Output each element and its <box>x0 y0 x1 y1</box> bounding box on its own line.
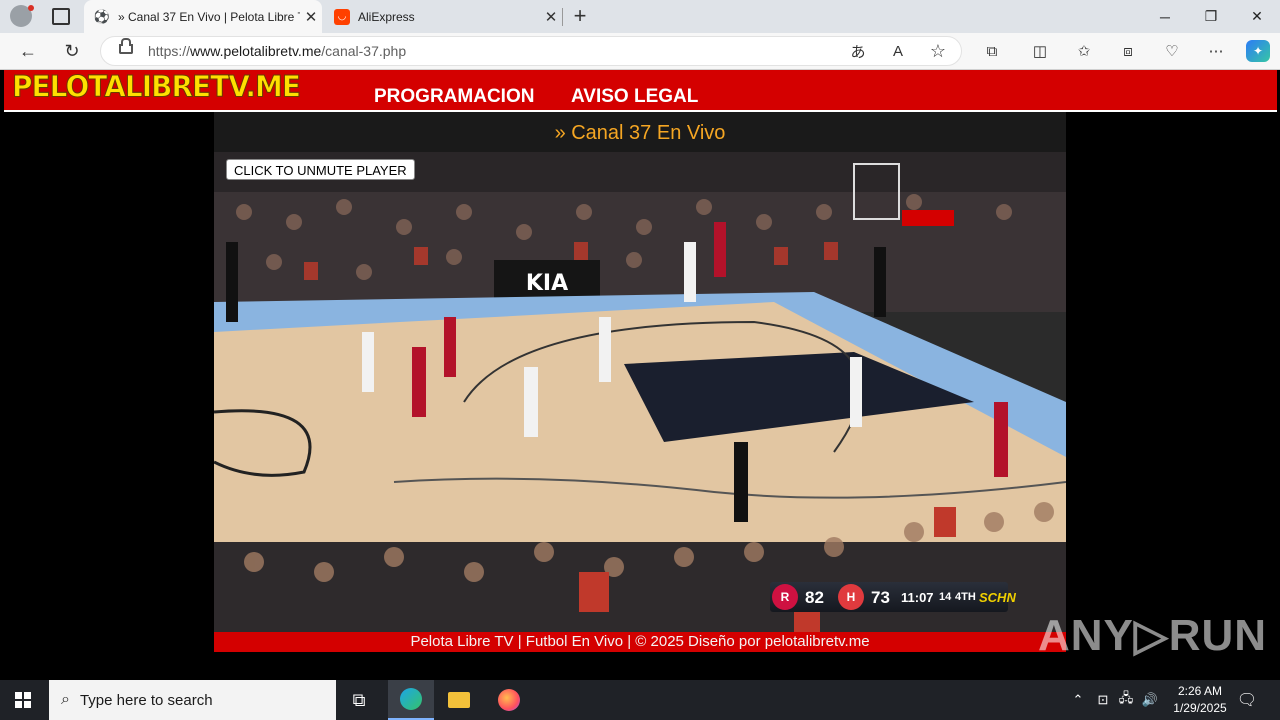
read-aloud-icon[interactable]: A <box>886 40 910 62</box>
game-clock: 11:07 <box>901 590 934 605</box>
system-clock[interactable]: 2:26 AM 1/29/2025 <box>1160 683 1240 717</box>
aliexpress-icon: ◡ <box>334 8 350 25</box>
taskbar-search-box[interactable]: ⌕ Type here to search <box>49 680 336 720</box>
volume-icon[interactable]: 🔊 <box>1140 680 1160 720</box>
new-tab-icon[interactable]: + <box>568 4 592 28</box>
hawks-logo-icon: H <box>838 584 864 610</box>
more-menu-icon[interactable]: ⋯ <box>1204 40 1228 62</box>
windows-start-icon[interactable] <box>0 680 46 720</box>
anyrun-watermark: ANY▷RUN <box>1038 611 1268 660</box>
firefox-icon[interactable] <box>486 680 532 720</box>
close-window-icon[interactable]: ✕ <box>1234 0 1280 33</box>
nav-programacion[interactable]: PROGRAMACION <box>374 86 534 108</box>
translate-icon[interactable]: あ <box>846 40 870 62</box>
home-score: 82 <box>805 588 824 607</box>
restore-icon[interactable]: ❐ <box>1188 0 1234 33</box>
edge-taskbar-icon[interactable] <box>388 680 434 720</box>
search-icon: ⌕ <box>61 691 70 708</box>
nav-aviso-legal[interactable]: AVISO LEGAL <box>571 86 698 108</box>
clock-date: 1/29/2025 <box>1173 701 1227 715</box>
url-text[interactable]: https://www.pelotalibretv.me/canal-37.ph… <box>148 43 406 59</box>
task-view-icon[interactable]: ⧉ <box>336 680 382 720</box>
favorite-star-icon[interactable]: ☆ <box>926 40 950 62</box>
tab-canal-37[interactable]: ⚽ » Canal 37 En Vivo | Pelota Libre TV ✕ <box>84 0 322 33</box>
minimize-icon[interactable]: ─ <box>1142 0 1188 33</box>
soccer-ball-icon: ⚽ <box>93 8 111 24</box>
device-icon[interactable]: ⊡ <box>1093 680 1113 720</box>
show-hidden-icons[interactable]: ⌃ <box>1068 680 1088 720</box>
network-logo: SCHN <box>979 590 1016 605</box>
clock-time: 2:26 AM <box>1177 684 1223 698</box>
unmute-player-button[interactable]: CLICK TO UNMUTE PLAYER <box>226 159 415 180</box>
site-footer: Pelota Libre TV | Futbol En Vivo | © 202… <box>214 632 1066 652</box>
close-tab-icon[interactable]: ✕ <box>300 8 322 26</box>
close-tab-icon[interactable]: ✕ <box>540 8 562 26</box>
tab-title: » Canal 37 En Vivo | Pelota Libre TV <box>118 9 300 24</box>
collections-icon[interactable]: ⧈ <box>1116 40 1140 62</box>
basketball-game-video: KIA <box>214 152 1066 632</box>
notifications-icon[interactable]: 🗨 <box>1236 680 1258 720</box>
lock-shackle <box>121 38 131 46</box>
tab-title: AliExpress <box>358 9 415 24</box>
period: 4TH <box>955 591 976 603</box>
copilot-icon[interactable]: ✦ <box>1246 40 1270 62</box>
tab-separator <box>562 8 563 26</box>
shot-clock: 14 <box>939 591 952 603</box>
tab-actions-icon[interactable] <box>52 8 70 25</box>
browser-essentials-icon[interactable]: ♡ <box>1160 40 1184 62</box>
player-title: » Canal 37 En Vivo <box>554 122 726 144</box>
video-player[interactable]: KIA <box>214 152 1066 632</box>
rockets-logo-icon: R <box>772 584 798 610</box>
svg-text:KIA: KIA <box>526 271 568 296</box>
notification-dot <box>28 5 34 11</box>
back-icon[interactable]: ← <box>14 38 42 64</box>
split-screen-icon[interactable]: ◫ <box>1028 40 1052 62</box>
network-icon[interactable]: 🖧 <box>1116 680 1136 720</box>
extensions-icon[interactable]: ⧉ <box>980 40 1004 62</box>
search-placeholder: Type here to search <box>79 691 213 709</box>
favorites-icon[interactable]: ✩ <box>1072 40 1096 62</box>
refresh-icon[interactable]: ↻ <box>58 38 86 64</box>
away-score: 73 <box>871 588 890 607</box>
tab-aliexpress[interactable]: ◡ AliExpress ✕ <box>324 0 562 33</box>
site-logo[interactable]: PELOTALIBRETV.ME <box>12 69 302 105</box>
file-explorer-icon[interactable] <box>436 680 482 720</box>
